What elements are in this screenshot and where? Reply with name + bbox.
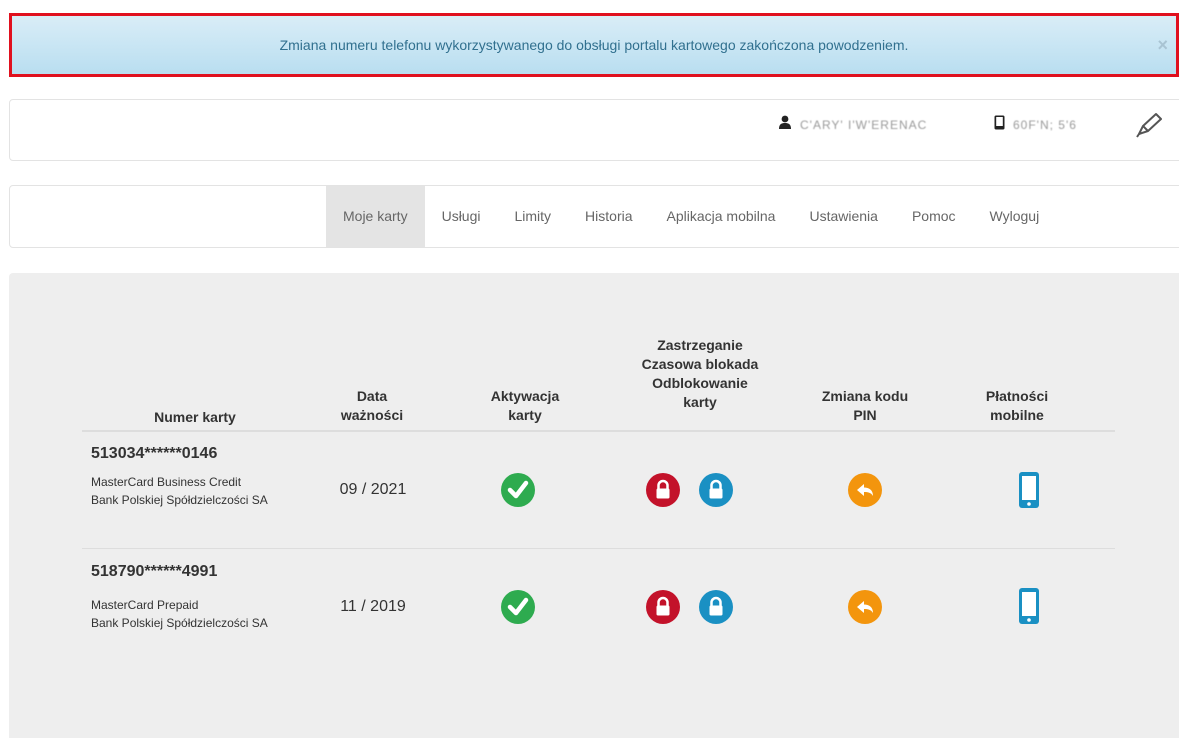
main-nav: Moje karty Usługi Limity Historia Aplika…: [326, 186, 1056, 247]
card-type: MasterCard Prepaid: [91, 598, 199, 612]
reply-arrow-icon[interactable]: [848, 590, 882, 624]
user-icon: [778, 115, 792, 134]
header-mobile: Płatności mobilne: [962, 387, 1072, 425]
nav-item-wyloguj[interactable]: Wyloguj: [973, 186, 1057, 247]
header-activation-line2: karty: [508, 407, 542, 423]
card-bank: Bank Polskiej Spółdzielczości SA: [91, 616, 268, 630]
nav-item-pomoc[interactable]: Pomoc: [895, 186, 973, 247]
card-expiry: 09 / 2021: [339, 481, 407, 498]
mobile-phone-icon: [994, 115, 1005, 135]
nav-item-limity[interactable]: Limity: [497, 186, 568, 247]
header-expiry-line1: Data: [356, 388, 388, 404]
card-number[interactable]: 518790******4991: [91, 563, 217, 581]
padlock-closed-icon[interactable]: [646, 473, 680, 507]
padlock-open-icon[interactable]: [699, 590, 733, 624]
close-alert-icon[interactable]: ×: [1157, 16, 1168, 74]
header-block-line4: karty: [683, 394, 717, 410]
row-divider: [82, 548, 1115, 549]
header-card-number: Numer karty: [120, 408, 270, 427]
nav-item-moje-karty[interactable]: Moje karty: [326, 186, 425, 247]
main-navbar: Moje karty Usługi Limity Historia Aplika…: [9, 185, 1179, 248]
header-pin-line1: Zmiana kodu: [821, 388, 909, 404]
nav-item-aplikacja-mobilna[interactable]: Aplikacja mobilna: [650, 186, 793, 247]
header-block-line3: Odblokowanie: [652, 375, 748, 391]
user-name: C'ARY' I'W'ERENAC: [800, 117, 928, 132]
header-expiry-line2: ważności: [340, 407, 404, 423]
card-bank: Bank Polskiej Spółdzielczości SA: [91, 493, 268, 507]
header-block: Zastrzeganie Czasowa blokada Odblokowani…: [620, 336, 780, 412]
header-mobile-line2: mobilne: [990, 407, 1044, 423]
header-pin-line2: PIN: [853, 407, 877, 423]
header-block-line2: Czasowa blokada: [641, 356, 759, 372]
check-circle-icon[interactable]: [501, 590, 535, 624]
phone-info: 60F'N; 5'6: [994, 115, 1077, 135]
phone-number: 60F'N; 5'6: [1013, 118, 1077, 132]
padlock-open-icon[interactable]: [699, 473, 733, 507]
header-block-line1: Zastrzeganie: [657, 337, 743, 353]
user-bar: C'ARY' I'W'ERENAC 60F'N; 5'6: [9, 99, 1179, 161]
smartphone-icon[interactable]: [1018, 587, 1040, 625]
header-divider: [82, 430, 1115, 432]
header-expiry: Data ważności: [322, 387, 422, 425]
reply-arrow-icon[interactable]: [848, 473, 882, 507]
header-activation-line1: Aktywacja: [490, 388, 560, 404]
header-pin: Zmiana kodu PIN: [800, 387, 930, 425]
alert-message: Zmiana numeru telefonu wykorzystywanego …: [279, 37, 909, 53]
header-mobile-line1: Płatności: [985, 388, 1049, 404]
card-type: MasterCard Business Credit: [91, 475, 242, 489]
check-circle-icon[interactable]: [501, 473, 535, 507]
header-card-number-text: Numer karty: [154, 409, 236, 425]
padlock-closed-icon[interactable]: [646, 590, 680, 624]
success-alert: Zmiana numeru telefonu wykorzystywanego …: [9, 13, 1179, 77]
user-info: C'ARY' I'W'ERENAC: [778, 115, 927, 134]
smartphone-icon[interactable]: [1018, 471, 1040, 509]
header-activation: Aktywacja karty: [465, 387, 585, 425]
nav-item-ustawienia[interactable]: Ustawienia: [792, 186, 894, 247]
nav-item-uslugi[interactable]: Usługi: [425, 186, 498, 247]
card-number[interactable]: 513034******0146: [91, 445, 217, 463]
nav-item-historia[interactable]: Historia: [568, 186, 649, 247]
card-expiry: 11 / 2019: [340, 598, 406, 615]
pencil-edit-icon[interactable]: [1134, 110, 1164, 145]
